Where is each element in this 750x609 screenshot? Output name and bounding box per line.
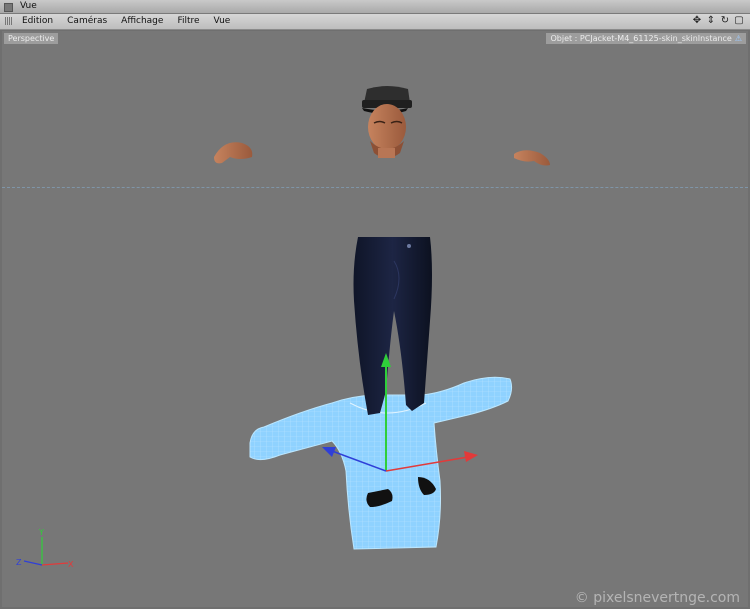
3d-viewport[interactable]: Perspective Objet : PCJacket-M4_61125-sk… bbox=[2, 31, 748, 607]
axis-x-label: X bbox=[68, 560, 74, 569]
axis-z-label: Z bbox=[16, 558, 22, 567]
menu-cameras[interactable]: Caméras bbox=[67, 16, 114, 26]
zoom-icon[interactable]: ⇕ bbox=[706, 16, 716, 26]
menu-filtre[interactable]: Filtre bbox=[177, 16, 206, 26]
grip-icon[interactable] bbox=[5, 17, 13, 25]
character-head bbox=[362, 86, 412, 158]
menu-edition[interactable]: Edition bbox=[22, 16, 60, 26]
pants-model bbox=[353, 237, 432, 415]
menu-affichage[interactable]: Affichage bbox=[121, 16, 170, 26]
window-title: Vue bbox=[20, 1, 37, 11]
right-hand bbox=[514, 150, 550, 166]
menu-vue[interactable]: Vue bbox=[214, 16, 238, 26]
window-menu-icon[interactable] bbox=[4, 3, 13, 12]
move-icon[interactable]: ✥ bbox=[692, 16, 702, 26]
rotate-icon[interactable]: ↻ bbox=[720, 16, 730, 26]
window-titlebar: Vue bbox=[0, 0, 750, 14]
axis-y-label: Y bbox=[38, 528, 44, 537]
world-axes-indicator: Y X Z bbox=[16, 528, 74, 569]
maximize-icon[interactable]: ▢ bbox=[734, 16, 744, 26]
menu-bar: Edition Caméras Affichage Filtre Vue ✥ ⇕… bbox=[0, 14, 750, 30]
watermark: © pixelsnevertnge.com bbox=[574, 590, 740, 606]
scene-render: Y X Z bbox=[16, 86, 550, 569]
left-hand bbox=[214, 142, 253, 164]
